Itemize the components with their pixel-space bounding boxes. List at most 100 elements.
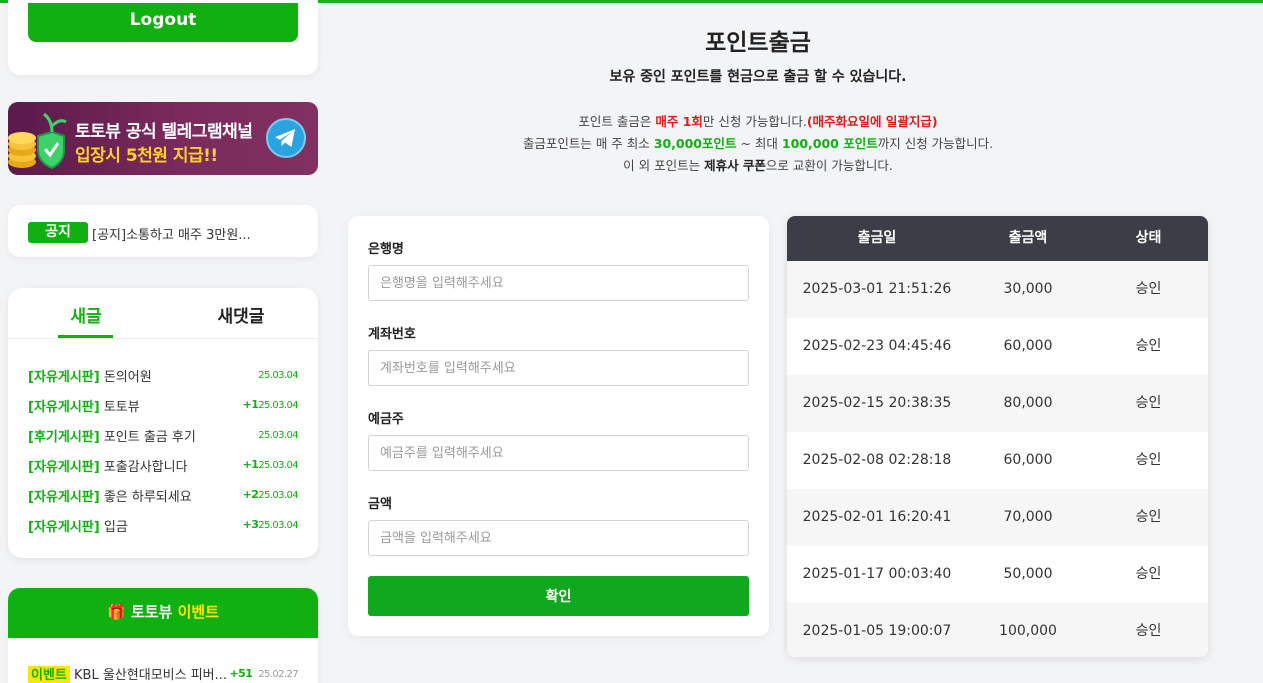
coins-shield-icon — [8, 112, 67, 170]
list-item[interactable]: [자유게시판] 입금 +325.03.04 — [28, 516, 299, 536]
info1-b: 매주 1회 — [655, 114, 703, 129]
row-date: 2025-02-23 04:45:46 — [802, 338, 952, 354]
post-board: [자유게시판] — [28, 460, 100, 475]
bank-name-input[interactable] — [368, 265, 749, 301]
row-status: 승인 — [1135, 395, 1162, 411]
telegram-icon — [266, 118, 306, 158]
table-row: 2025-02-01 16:20:41 70,000 승인 — [787, 489, 1208, 546]
account-label: 계좌번호 — [368, 327, 416, 342]
row-status: 승인 — [1135, 338, 1162, 354]
info-line-1: 포인트 출금은 매주 1회만 신청 가능합니다.(매주화요일에 일괄지급) — [478, 111, 1038, 130]
withdraw-form: 은행명 계좌번호 예금주 금액 확인 — [348, 216, 769, 636]
bank-label: 은행명 — [368, 242, 404, 257]
row-amount: 30,000 — [1003, 281, 1053, 297]
post-title[interactable]: 토토뷰 — [104, 400, 140, 415]
tab-new-posts[interactable]: 새글 — [36, 302, 136, 327]
info-line-2: 출금포인트는 매 주 최소 30,000포인트 ~ 최대 100,000 포인트… — [478, 133, 1038, 152]
post-title[interactable]: 포출감사합니다 — [104, 460, 188, 475]
post-comment-count: +1 — [242, 458, 259, 471]
list-item[interactable]: 이벤트 KBL 울산현대모비스 피버... +51 25.02.27 — [28, 664, 299, 683]
notice-badge: 공지 — [28, 222, 88, 243]
banner-line1: 토토뷰 공식 텔레그램채널 — [75, 122, 253, 142]
header-date: 출금일 — [857, 230, 897, 246]
row-status: 승인 — [1135, 566, 1162, 582]
page-subtitle: 보유 중인 포인트를 현금으로 출금 할 수 있습니다. — [609, 69, 907, 85]
table-row: 2025-01-05 19:00:07 100,000 승인 — [787, 603, 1208, 657]
info1-c: 만 신청 가능합니다. — [702, 114, 807, 129]
info1-a: 포인트 출금은 — [578, 114, 656, 129]
list-item[interactable]: [자유게시판] 돈의어원 25.03.04 — [28, 366, 299, 386]
row-amount: 60,000 — [1003, 452, 1053, 468]
info1-d: (매주화요일에 일괄지급) — [806, 114, 938, 129]
row-amount: 50,000 — [1003, 566, 1053, 582]
post-board: [자유게시판] — [28, 370, 100, 385]
notice-text[interactable]: [공지]소통하고 매주 3만원... — [92, 224, 251, 243]
post-board: [후기게시판] — [28, 430, 100, 445]
row-date: 2025-02-08 02:28:18 — [802, 452, 952, 468]
post-board: [자유게시판] — [28, 400, 100, 415]
row-status: 승인 — [1135, 509, 1162, 525]
gift-icon: 🎁 — [107, 603, 126, 621]
event-comment-count: +51 — [229, 667, 253, 680]
confirm-button[interactable]: 확인 — [368, 576, 749, 616]
tab-new-comments[interactable]: 새댓글 — [191, 302, 291, 327]
post-comment-count: +1 — [242, 398, 259, 411]
row-amount: 60,000 — [1003, 338, 1053, 354]
table-row: 2025-02-08 02:28:18 60,000 승인 — [787, 432, 1208, 489]
event-badge: 이벤트 — [28, 666, 70, 683]
row-date: 2025-01-05 19:00:07 — [802, 623, 952, 639]
row-amount: 100,000 — [999, 623, 1057, 639]
notice-card[interactable]: 공지 [공지]소통하고 매주 3만원... — [8, 205, 318, 257]
account-holder-input[interactable] — [368, 435, 749, 471]
row-date: 2025-02-01 16:20:41 — [802, 509, 952, 525]
table-row: 2025-02-15 20:38:35 80,000 승인 — [787, 375, 1208, 432]
list-item[interactable]: [후기게시판] 포인트 출금 후기 25.03.04 — [28, 426, 299, 446]
info2-e: 까지 신청 가능합니다. — [877, 136, 994, 151]
post-comment-count: +2 — [242, 488, 259, 501]
event-item-title[interactable]: KBL 울산현대모비스 피버... — [74, 668, 227, 683]
info3-c: 으로 교환이 가능합니다. — [765, 158, 893, 173]
post-title[interactable]: 좋은 하루되세요 — [104, 490, 192, 505]
row-status: 승인 — [1135, 281, 1162, 297]
event-title-a: 토토뷰 — [130, 603, 173, 621]
post-title[interactable]: 돈의어원 — [104, 370, 152, 385]
header-amount: 출금액 — [1008, 230, 1048, 246]
holder-label: 예금주 — [368, 412, 404, 427]
info2-c: ~ 최대 — [736, 136, 782, 151]
table-row: 2025-01-17 00:03:40 50,000 승인 — [787, 546, 1208, 603]
row-amount: 70,000 — [1003, 509, 1053, 525]
recent-posts-card: 새글 새댓글 [자유게시판] 돈의어원 25.03.04 [자유게시판] 토토뷰… — [8, 288, 318, 558]
info2-b: 30,000포인트 — [653, 136, 737, 151]
withdraw-history-table: 출금일 출금액 상태 2025-03-01 21:51:26 30,000 승인… — [787, 216, 1208, 657]
post-date: 25.03.04 — [258, 460, 298, 471]
tab-divider — [8, 338, 318, 339]
account-number-input[interactable] — [368, 350, 749, 386]
post-date: 25.03.04 — [258, 520, 298, 531]
post-title[interactable]: 포인트 출금 후기 — [104, 430, 196, 445]
event-title-b: 이벤트 — [177, 603, 219, 621]
table-header: 출금일 출금액 상태 — [787, 216, 1208, 261]
row-date: 2025-03-01 21:51:26 — [802, 281, 952, 297]
page-title: 포인트출금 — [705, 30, 811, 56]
list-item[interactable]: [자유게시판] 토토뷰 +125.03.04 — [28, 396, 299, 416]
row-amount: 80,000 — [1003, 395, 1053, 411]
post-comment-count: +3 — [242, 518, 259, 531]
post-title[interactable]: 입금 — [104, 520, 128, 535]
list-item[interactable]: [자유게시판] 좋은 하루되세요 +225.03.04 — [28, 486, 299, 506]
event-date: 25.02.27 — [258, 669, 298, 680]
telegram-banner[interactable]: 토토뷰 공식 텔레그램채널 입장시 5천원 지급!! — [8, 102, 318, 175]
post-date: 25.03.04 — [258, 490, 298, 501]
row-date: 2025-02-15 20:38:35 — [802, 395, 952, 411]
logout-button[interactable]: Logout — [28, 3, 298, 42]
info3-a: 이 외 포인트는 — [623, 158, 705, 173]
row-status: 승인 — [1135, 623, 1162, 639]
banner-line2: 입장시 5천원 지급!! — [75, 146, 218, 166]
post-board: [자유게시판] — [28, 520, 100, 535]
row-date: 2025-01-17 00:03:40 — [802, 566, 952, 582]
amount-input[interactable] — [368, 520, 749, 556]
post-date: 25.03.04 — [258, 400, 298, 411]
list-item[interactable]: [자유게시판] 포출감사합니다 +125.03.04 — [28, 456, 299, 476]
post-board: [자유게시판] — [28, 490, 100, 505]
amount-label: 금액 — [368, 497, 392, 512]
post-date: 25.03.04 — [258, 430, 298, 441]
